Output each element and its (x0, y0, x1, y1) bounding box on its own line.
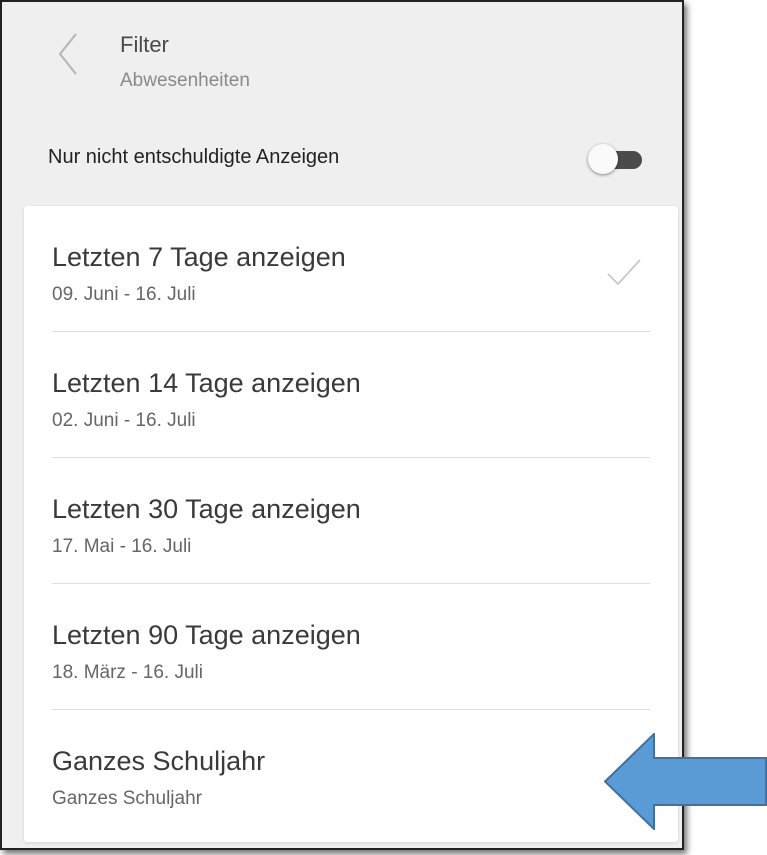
option-range: 17. Mai - 16. Juli (52, 536, 192, 557)
chevron-left-icon (58, 33, 77, 75)
option-title: Letzten 14 Tage anzeigen (52, 368, 361, 398)
left-arrow-annotation-icon (604, 733, 767, 830)
option-title: Ganzes Schuljahr (52, 746, 266, 776)
range-options-card: Letzten 7 Tage anzeigen 09. Juni - 16. J… (24, 206, 678, 842)
option-range: 18. März - 16. Juli (52, 662, 203, 683)
checkmark-icon (607, 259, 641, 286)
option-last-30-days[interactable]: Letzten 30 Tage anzeigen 17. Mai - 16. J… (24, 458, 678, 584)
option-range: 02. Juni - 16. Juli (52, 410, 196, 431)
option-last-14-days[interactable]: Letzten 14 Tage anzeigen 02. Juni - 16. … (24, 332, 678, 458)
unexcused-toggle[interactable] (588, 144, 642, 174)
option-title: Letzten 30 Tage anzeigen (52, 494, 361, 524)
header: Filter Abwesenheiten (2, 2, 682, 102)
option-range: Ganzes Schuljahr (52, 788, 202, 809)
option-title: Letzten 7 Tage anzeigen (52, 242, 346, 272)
option-title: Letzten 90 Tage anzeigen (52, 620, 361, 650)
phone-screen: Filter Abwesenheiten Nur nicht entschuld… (0, 0, 684, 850)
back-button[interactable] (50, 24, 90, 84)
page-subtitle: Abwesenheiten (120, 70, 250, 91)
option-range: 09. Juni - 16. Juli (52, 284, 196, 305)
toggle-label: Nur nicht entschuldigte Anzeigen (48, 146, 340, 168)
page-title: Filter (120, 32, 169, 57)
option-last-7-days[interactable]: Letzten 7 Tage anzeigen 09. Juni - 16. J… (24, 206, 678, 332)
option-whole-school-year[interactable]: Ganzes Schuljahr Ganzes Schuljahr (24, 710, 678, 836)
toggle-knob (588, 144, 618, 174)
unexcused-filter-row: Nur nicht entschuldigte Anzeigen (2, 130, 682, 186)
option-last-90-days[interactable]: Letzten 90 Tage anzeigen 18. März - 16. … (24, 584, 678, 710)
